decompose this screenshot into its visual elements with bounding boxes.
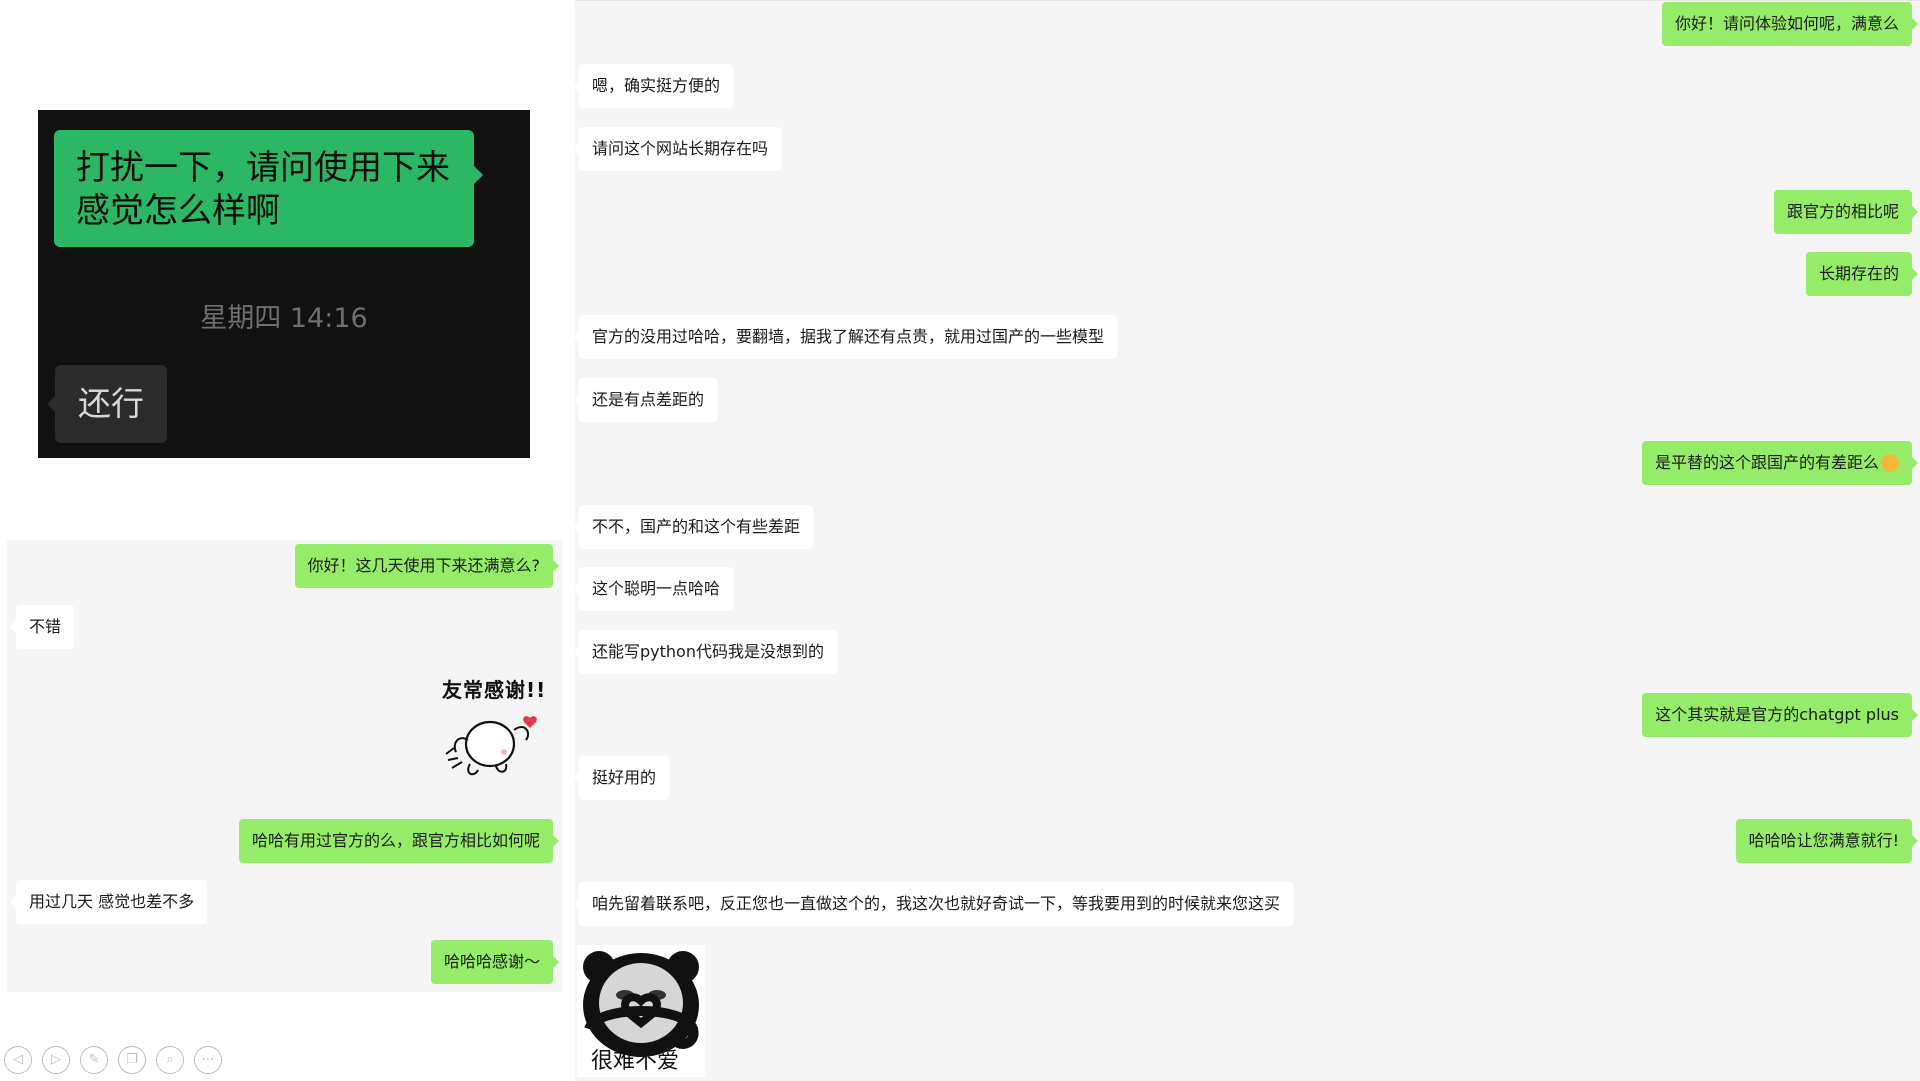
bear-doodle-icon: [445, 716, 537, 776]
right-message-9: 不不，国产的和这个有些差距: [572, 505, 814, 549]
pen-icon[interactable]: ✎: [80, 1046, 108, 1074]
right-message-2: 嗯，确实挺方便的: [572, 64, 734, 108]
dark-incoming-bubble: 还行: [47, 365, 167, 443]
right-message-13: 挺好用的: [572, 756, 670, 800]
right-message-15: 咱先留着联系吧，反正您也一直做这个的，我这次也就好奇试一下，等我要用到的时候就来…: [572, 882, 1294, 926]
right-message-5: 长期存在的: [1805, 252, 1919, 296]
copy-icon[interactable]: ❐: [118, 1046, 146, 1074]
right-message-6: 官方的没用过哈哈，要翻墙，据我了解还有点贵，就用过国产的一些模型: [572, 315, 1118, 359]
right-message-7: 还是有点差距的: [572, 378, 718, 422]
left-message-3: 哈哈有用过官方的么，跟官方相比如何呢: [238, 819, 560, 863]
left-message-2: 不错: [9, 605, 75, 649]
right-message-11: 还能写python代码我是没想到的: [573, 630, 837, 674]
right-message-1: 你好！请问体验如何呢，满意么: [1661, 2, 1919, 46]
next-icon[interactable]: ▷: [42, 1046, 70, 1074]
thanks-sticker: 友常感谢!!: [434, 674, 554, 784]
dark-timestamp: 星期四 14:16: [200, 303, 368, 334]
right-message-10: 这个聪明一点哈哈: [572, 567, 734, 611]
dark-chat-screenshot: 打扰一下，请问使用下来感觉怎么样啊 星期四 14:16 还行: [38, 110, 530, 458]
dark-outgoing-bubble: 打扰一下，请问使用下来感觉怎么样啊: [54, 130, 483, 247]
more-icon[interactable]: ⋯: [194, 1046, 222, 1074]
laughing-face-icon: [1881, 453, 1899, 472]
panda-sticker: 很难不爱: [577, 945, 705, 1077]
message-text: 是平替的这个跟国产的有差距么: [1654, 453, 1879, 472]
right-message-8: 是平替的这个跟国产的有差距么: [1641, 441, 1919, 485]
left-message-5: 哈哈哈感谢～: [430, 940, 560, 984]
prev-icon[interactable]: ◁: [4, 1046, 32, 1074]
panda-sticker-caption: 很难不爱: [591, 1049, 680, 1074]
right-message-12: 这个其实就是官方的chatgpt plus: [1642, 693, 1918, 737]
right-message-3: 请问这个网站长期存在吗: [572, 127, 782, 171]
right-message-4: 跟官方的相比呢: [1773, 190, 1919, 234]
left-message-1: 你好！这几天使用下来还满意么?: [294, 544, 559, 588]
right-message-14: 哈哈哈让您满意就行!: [1735, 819, 1919, 863]
left-message-4: 用过几天 感觉也差不多: [9, 880, 208, 924]
zoom-icon[interactable]: ⌕: [156, 1046, 184, 1074]
